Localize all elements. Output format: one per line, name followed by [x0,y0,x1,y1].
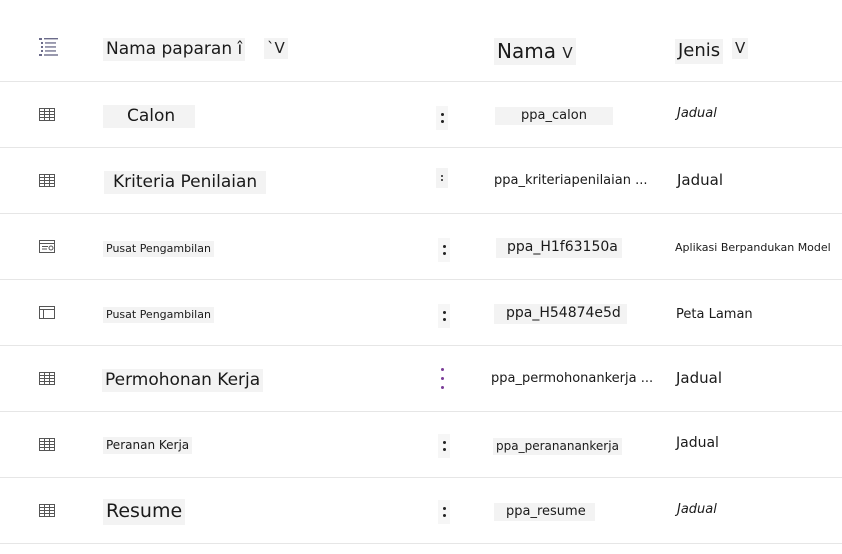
table-row[interactable]: Peranan Kerja ppa_perananankerja Jadual [0,412,842,478]
row-type: Jadual [677,106,717,121]
more-options-icon[interactable] [436,168,448,188]
row-schema-name: ppa_permohonankerja ... [491,371,654,386]
column-header-type[interactable]: Jenis [675,39,724,64]
row-schema-name: ppa_calon [495,107,613,126]
table-row[interactable]: Calon ppa_calon Jadual [0,82,842,148]
chevron-down-icon: V [562,44,573,62]
row-schema-name: ppa_perananankerja [493,438,622,455]
row-type: Aplikasi Berpandukan Model [675,241,831,254]
more-options-icon[interactable] [438,238,450,262]
table-icon [39,173,56,187]
row-display-name[interactable]: Permohonan Kerja [102,369,264,393]
row-schema-name: ppa_kriteriapenilaian ... [494,173,648,188]
row-schema-name: ppa_H1f63150a [496,238,622,258]
more-options-icon[interactable] [438,434,450,458]
row-display-name[interactable]: Resume [103,499,186,525]
row-schema-name: ppa_H54874e5d [494,304,627,324]
model-driven-app-icon [39,239,56,253]
solution-objects-grid: Nama paparan î `V Nama V Jenis V Calon p… [0,0,842,544]
column-header-display-name[interactable]: Nama paparan î [103,38,246,62]
table-row[interactable]: Permohonan Kerja ppa_permohonankerja ...… [0,346,842,412]
row-display-name[interactable]: Pusat Pengambilan [103,307,214,323]
column-header-type-label: Jenis [678,40,721,61]
row-display-name[interactable]: Pusat Pengambilan [103,241,214,257]
table-icon [39,107,56,121]
row-type: Peta Laman [676,307,753,322]
table-icon [39,371,56,385]
row-display-name[interactable]: Calon [103,105,195,129]
row-schema-name: ppa_resume [494,503,595,522]
column-header-schema-name-label: Nama [497,39,556,63]
row-type: Jadual [677,171,724,189]
list-view-icon[interactable] [38,37,60,57]
chevron-down-icon[interactable]: `V [264,38,288,59]
table-row[interactable]: Resume ppa_resume Jadual [0,478,842,544]
row-type: Jadual [677,502,717,517]
column-header-display-name-label: Nama paparan [106,39,233,59]
row-type: Jadual [676,435,719,451]
table-row[interactable]: Pusat Pengambilan ppa_H54874e5d Peta Lam… [0,280,842,346]
chevron-down-icon[interactable]: V [732,38,749,59]
sitemap-icon [39,305,56,319]
more-options-icon[interactable] [438,304,450,328]
table-icon [39,437,56,451]
more-options-icon[interactable] [436,364,448,392]
grid-header: Nama paparan î `V Nama V Jenis V [0,0,842,82]
table-row[interactable]: Kriteria Penilaian ppa_kriteriapenilaian… [0,148,842,214]
row-display-name[interactable]: Peranan Kerja [103,437,193,454]
table-row[interactable]: Pusat Pengambilan ppa_H1f63150a Aplikasi… [0,214,842,280]
column-header-schema-name[interactable]: Nama V [494,38,576,65]
table-icon [39,503,56,517]
more-options-icon[interactable] [438,500,450,524]
row-type: Jadual [676,369,723,387]
row-display-name[interactable]: Kriteria Penilaian [104,171,267,195]
more-options-icon[interactable] [436,106,448,130]
sort-mark-icon: î [237,39,243,59]
